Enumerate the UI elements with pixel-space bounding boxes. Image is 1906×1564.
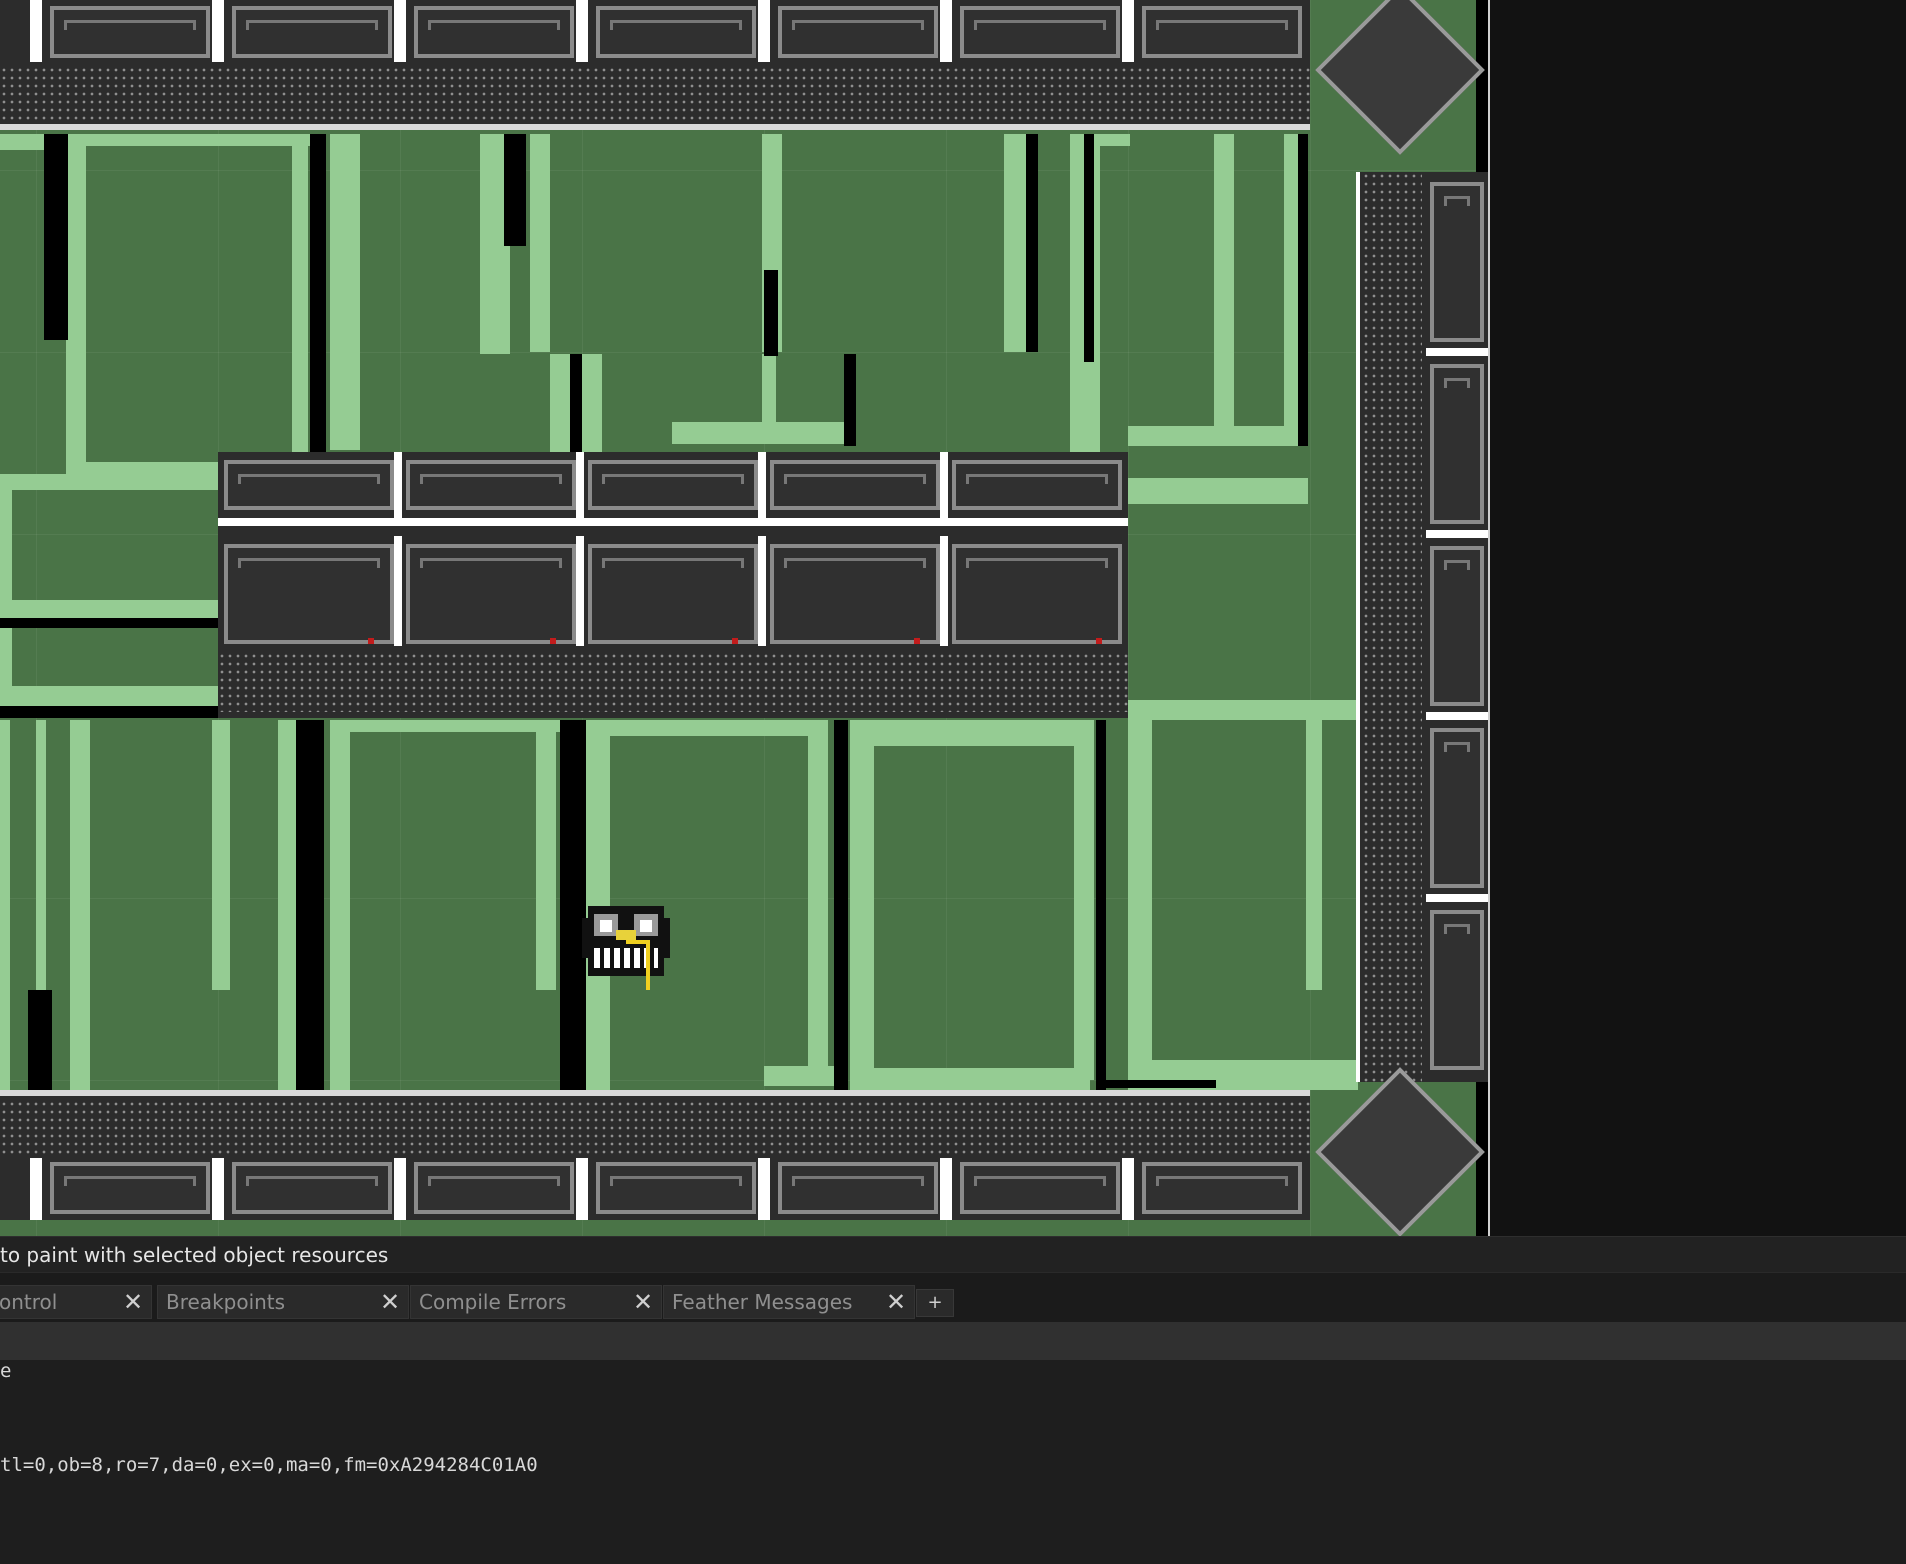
floor-tile: [1214, 134, 1234, 434]
tab-label: Compile Errors: [419, 1290, 567, 1314]
floor-edge: [504, 134, 526, 246]
floor-tile: [330, 134, 360, 450]
floor-tile: [70, 720, 90, 1090]
floor-tile: [1128, 426, 1298, 446]
room-editor-canvas[interactable]: [0, 0, 1906, 1236]
floor-tile: [1128, 478, 1308, 504]
floor-tile: [36, 720, 46, 990]
tab-label: Feather Messages: [672, 1290, 853, 1314]
floor-edge: [0, 706, 218, 718]
tab-source-control[interactable]: ontrol ✕: [0, 1285, 152, 1319]
floor-tile: [850, 720, 1090, 746]
floor-edge: [570, 354, 582, 454]
floor-tile: [0, 474, 218, 490]
floor-tile: [0, 600, 218, 620]
floor-tile: [536, 720, 556, 990]
floor-tile: [0, 486, 12, 686]
floor-edge: [28, 990, 52, 1090]
wall-corner-top: [1315, 0, 1485, 155]
tab-feather-messages[interactable]: Feather Messages ✕: [663, 1285, 915, 1319]
output-line: tl=0,ob=8,ro=7,da=0,ex=0,ma=0,fm=0xA2942…: [0, 1454, 538, 1476]
floor-tile: [1128, 700, 1358, 720]
floor-tile: [0, 686, 218, 706]
floor-tile: [530, 134, 550, 352]
close-icon[interactable]: ✕: [121, 1288, 145, 1316]
tab-label: ontrol: [0, 1290, 58, 1314]
output-toolbar: [0, 1322, 1906, 1360]
floor-tile: [808, 720, 828, 1070]
floor-tile: [1074, 720, 1094, 1080]
grid-line: [1310, 0, 1311, 1236]
status-bar: to paint with selected object resources: [0, 1236, 1906, 1273]
floor-edge: [310, 134, 326, 452]
wall-middle: [218, 452, 1128, 718]
wall-right: [1356, 172, 1490, 1082]
wall-corner-bottom: [1315, 1067, 1485, 1236]
close-icon[interactable]: ✕: [631, 1288, 655, 1316]
close-icon[interactable]: ✕: [884, 1288, 908, 1316]
floor-tile: [1004, 134, 1028, 352]
floor-tile: [1090, 134, 1130, 146]
output-tabs-bar: ontrol ✕ Breakpoints ✕ Compile Errors ✕ …: [0, 1272, 1906, 1323]
status-hint: to paint with selected object resources: [0, 1243, 389, 1267]
floor-tile: [292, 134, 308, 452]
floor-edge: [44, 134, 68, 340]
floor-edge: [844, 354, 856, 446]
floor-tile: [762, 354, 776, 434]
floor-edge: [764, 270, 778, 356]
floor-tile: [610, 720, 810, 736]
floor-tile: [330, 720, 350, 1090]
grid-line: [0, 352, 1490, 353]
floor-edge: [834, 720, 848, 1090]
player-sprite[interactable]: [578, 900, 674, 992]
floor-tile: [850, 720, 874, 1090]
floor-tile: [1306, 720, 1322, 990]
output-console[interactable]: e tl=0,ob=8,ro=7,da=0,ex=0,ma=0,fm=0xA29…: [0, 1360, 1906, 1564]
floor-tile: [70, 134, 310, 146]
room-boundary: [1488, 0, 1490, 1236]
wall-bottom: [0, 1090, 1310, 1220]
floor-edge: [1096, 720, 1106, 1090]
floor-tile: [1128, 720, 1152, 1090]
floor-edge: [1026, 134, 1038, 352]
floor-tile: [850, 1068, 1090, 1090]
floor-tile: [672, 422, 850, 444]
floor-tile: [582, 354, 602, 454]
floor-tile: [0, 720, 10, 1090]
wall-top: [0, 0, 1310, 130]
floor-edge: [0, 618, 218, 628]
floor-edge: [1096, 1080, 1216, 1088]
floor-edge: [296, 720, 324, 1090]
tab-label: Breakpoints: [166, 1290, 286, 1314]
floor-edge: [1298, 134, 1308, 446]
floor-tile: [66, 134, 86, 474]
room-view[interactable]: [0, 0, 1490, 1236]
output-line: e: [0, 1360, 12, 1382]
floor-tile: [212, 720, 230, 990]
tab-compile-errors[interactable]: Compile Errors ✕: [410, 1285, 662, 1319]
floor-edge: [1084, 134, 1094, 362]
plus-icon[interactable]: +: [916, 1289, 954, 1317]
grid-line: [0, 170, 1490, 171]
floor-tile: [550, 354, 570, 454]
close-icon[interactable]: ✕: [378, 1288, 402, 1316]
floor-tile: [764, 1066, 844, 1086]
tab-breakpoints[interactable]: Breakpoints ✕: [157, 1285, 409, 1319]
